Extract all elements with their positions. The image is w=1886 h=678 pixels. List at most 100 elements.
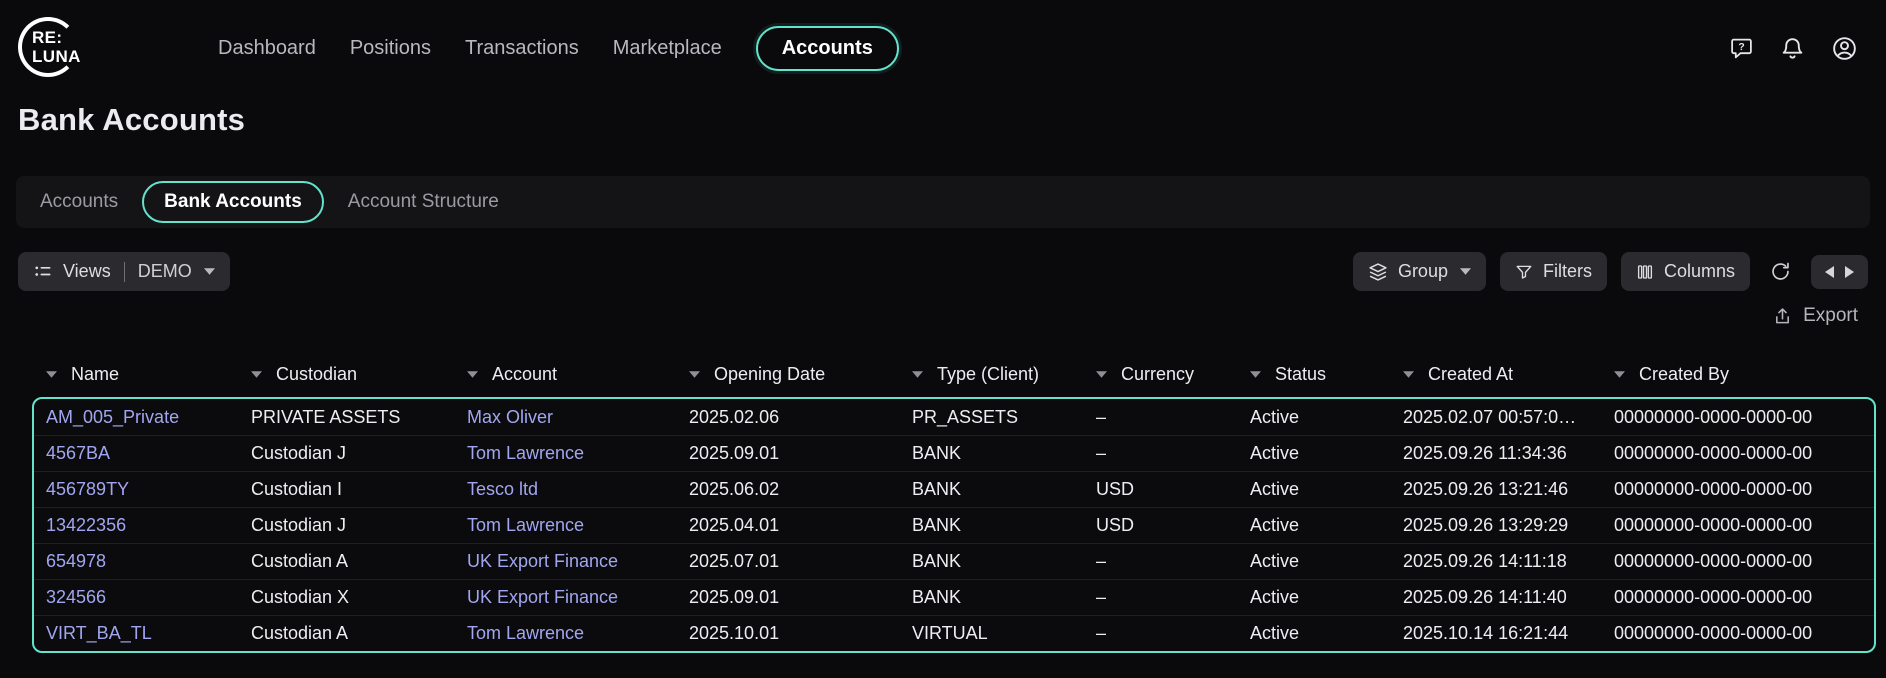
cell-type-client: BANK bbox=[912, 587, 1096, 608]
columns-button[interactable]: Columns bbox=[1621, 252, 1750, 291]
column-header-opening-date[interactable]: Opening Date bbox=[689, 364, 912, 385]
column-menu-icon bbox=[467, 371, 478, 378]
views-button[interactable]: Views DEMO bbox=[18, 252, 230, 291]
column-header-type-client[interactable]: Type (Client) bbox=[912, 364, 1096, 385]
cell-created-at: 2025.09.26 13:21:46 bbox=[1403, 479, 1614, 500]
cell-created-by: 00000000-0000-0000-00 bbox=[1614, 587, 1874, 608]
cell-opening-date: 2025.07.01 bbox=[689, 551, 912, 572]
table-row[interactable]: VIRT_BA_TL Custodian A Tom Lawrence 2025… bbox=[34, 615, 1874, 651]
cell-currency: – bbox=[1096, 407, 1250, 428]
cell-custodian: Custodian X bbox=[251, 587, 467, 608]
column-label: Created At bbox=[1428, 364, 1513, 385]
cell-name-link[interactable]: 4567BA bbox=[46, 443, 251, 464]
cell-created-at: 2025.10.14 16:21:44 bbox=[1403, 623, 1614, 644]
table-row[interactable]: 654978 Custodian A UK Export Finance 202… bbox=[34, 543, 1874, 579]
column-header-currency[interactable]: Currency bbox=[1096, 364, 1250, 385]
cell-opening-date: 2025.02.06 bbox=[689, 407, 912, 428]
refresh-button[interactable] bbox=[1764, 255, 1797, 288]
toolbar: Views DEMO Group Filters bbox=[18, 252, 1868, 291]
page-prev-icon[interactable] bbox=[1823, 265, 1835, 279]
table-row[interactable]: 13422356 Custodian J Tom Lawrence 2025.0… bbox=[34, 507, 1874, 543]
export-row: Export bbox=[28, 305, 1858, 327]
cell-type-client: PR_ASSETS bbox=[912, 407, 1096, 428]
cell-type-client: VIRTUAL bbox=[912, 623, 1096, 644]
brand-line2: LUNA bbox=[32, 47, 81, 66]
table-row[interactable]: AM_005_Private PRIVATE ASSETS Max Oliver… bbox=[34, 399, 1874, 435]
column-label: Opening Date bbox=[714, 364, 825, 385]
cell-opening-date: 2025.09.01 bbox=[689, 587, 912, 608]
filters-label: Filters bbox=[1543, 261, 1592, 282]
table-row[interactable]: 4567BA Custodian J Tom Lawrence 2025.09.… bbox=[34, 435, 1874, 471]
cell-account-link[interactable]: Max Oliver bbox=[467, 407, 689, 428]
brand-line1: RE: bbox=[32, 28, 81, 47]
layers-icon bbox=[1368, 262, 1388, 282]
nav-actions: ? bbox=[1729, 35, 1858, 62]
notifications-bell-icon[interactable] bbox=[1780, 36, 1805, 61]
cell-created-at: 2025.09.26 14:11:18 bbox=[1403, 551, 1614, 572]
toolbar-right: Group Filters Columns bbox=[1353, 252, 1868, 291]
cell-account-link[interactable]: Tom Lawrence bbox=[467, 623, 689, 644]
cell-currency: – bbox=[1096, 587, 1250, 608]
cell-created-by: 00000000-0000-0000-00 bbox=[1614, 515, 1874, 536]
cell-status: Active bbox=[1250, 407, 1403, 428]
cell-account-link[interactable]: Tom Lawrence bbox=[467, 443, 689, 464]
tab-accounts[interactable]: Accounts bbox=[40, 191, 118, 213]
cell-name-link[interactable]: 456789TY bbox=[46, 479, 251, 500]
group-label: Group bbox=[1398, 261, 1448, 282]
filter-funnel-icon bbox=[1515, 263, 1533, 281]
cell-account-link[interactable]: UK Export Finance bbox=[467, 587, 689, 608]
cell-name-link[interactable]: 324566 bbox=[46, 587, 251, 608]
table-body: AM_005_Private PRIVATE ASSETS Max Oliver… bbox=[32, 397, 1876, 653]
group-button[interactable]: Group bbox=[1353, 252, 1486, 291]
cell-created-by: 00000000-0000-0000-00 bbox=[1614, 623, 1874, 644]
pager bbox=[1811, 255, 1868, 289]
cell-currency: – bbox=[1096, 623, 1250, 644]
cell-account-link[interactable]: Tesco ltd bbox=[467, 479, 689, 500]
tab-bar: Accounts Bank Accounts Account Structure bbox=[16, 176, 1870, 228]
cell-account-link[interactable]: Tom Lawrence bbox=[467, 515, 689, 536]
cell-status: Active bbox=[1250, 551, 1403, 572]
column-label: Currency bbox=[1121, 364, 1194, 385]
cell-status: Active bbox=[1250, 623, 1403, 644]
cell-created-at: 2025.09.26 11:34:36 bbox=[1403, 443, 1614, 464]
cell-name-link[interactable]: AM_005_Private bbox=[46, 407, 251, 428]
column-menu-icon bbox=[1250, 371, 1261, 378]
column-header-name[interactable]: Name bbox=[46, 364, 251, 385]
column-header-custodian[interactable]: Custodian bbox=[251, 364, 467, 385]
column-header-account[interactable]: Account bbox=[467, 364, 689, 385]
nav-item-positions[interactable]: Positions bbox=[350, 37, 431, 60]
table-row[interactable]: 456789TY Custodian I Tesco ltd 2025.06.0… bbox=[34, 471, 1874, 507]
column-header-created-at[interactable]: Created At bbox=[1403, 364, 1614, 385]
cell-type-client: BANK bbox=[912, 551, 1096, 572]
cell-currency: – bbox=[1096, 551, 1250, 572]
nav-item-marketplace[interactable]: Marketplace bbox=[613, 37, 722, 60]
column-menu-icon bbox=[1403, 371, 1414, 378]
nav-item-transactions[interactable]: Transactions bbox=[465, 37, 579, 60]
page-next-icon[interactable] bbox=[1844, 265, 1856, 279]
cell-created-by: 00000000-0000-0000-00 bbox=[1614, 551, 1874, 572]
column-header-status[interactable]: Status bbox=[1250, 364, 1403, 385]
table-header: Name Custodian Account Opening Date Type… bbox=[0, 353, 1886, 395]
views-divider bbox=[124, 262, 125, 282]
cell-account-link[interactable]: UK Export Finance bbox=[467, 551, 689, 572]
cell-custodian: Custodian J bbox=[251, 515, 467, 536]
brand-logo[interactable]: RE: LUNA bbox=[18, 14, 102, 82]
tab-bank-accounts[interactable]: Bank Accounts bbox=[142, 181, 324, 223]
cell-name-link[interactable]: 654978 bbox=[46, 551, 251, 572]
table-row[interactable]: 324566 Custodian X UK Export Finance 202… bbox=[34, 579, 1874, 615]
help-icon[interactable]: ? bbox=[1729, 36, 1754, 61]
cell-name-link[interactable]: VIRT_BA_TL bbox=[46, 623, 251, 644]
columns-icon bbox=[1636, 263, 1654, 281]
export-button[interactable]: Export bbox=[1772, 305, 1858, 327]
nav-item-dashboard[interactable]: Dashboard bbox=[218, 37, 316, 60]
cell-name-link[interactable]: 13422356 bbox=[46, 515, 251, 536]
cell-type-client: BANK bbox=[912, 515, 1096, 536]
filters-button[interactable]: Filters bbox=[1500, 252, 1607, 291]
column-header-created-by[interactable]: Created By bbox=[1614, 364, 1886, 385]
cell-created-by: 00000000-0000-0000-00 bbox=[1614, 479, 1874, 500]
tab-account-structure[interactable]: Account Structure bbox=[348, 191, 499, 213]
nav-item-accounts[interactable]: Accounts bbox=[756, 26, 899, 71]
column-label: Custodian bbox=[276, 364, 357, 385]
user-avatar-icon[interactable] bbox=[1831, 35, 1858, 62]
column-menu-icon bbox=[1614, 371, 1625, 378]
